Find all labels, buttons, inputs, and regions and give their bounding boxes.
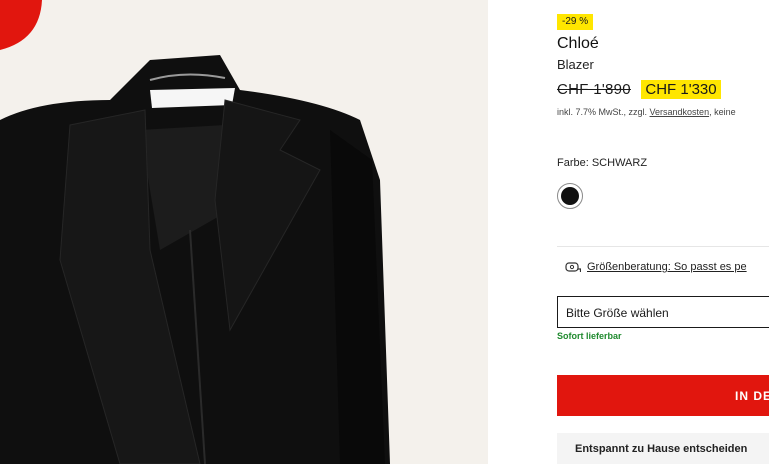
size-select[interactable]: Bitte Größe wählen bbox=[557, 296, 769, 328]
measuring-tape-icon bbox=[565, 261, 582, 273]
color-label: Farbe: SCHWARZ bbox=[557, 157, 648, 169]
home-decision-info: Entspannt zu Hause entscheiden bbox=[557, 433, 769, 464]
shipping-costs-link[interactable]: Versandkosten bbox=[650, 107, 710, 117]
color-swatch-black[interactable] bbox=[557, 183, 583, 209]
divider bbox=[557, 246, 769, 247]
discount-badge: -29 % bbox=[557, 14, 594, 30]
availability-status: Sofort lieferbar bbox=[557, 331, 622, 341]
color-swatch-dot bbox=[561, 187, 579, 205]
sale-price: CHF 1'330 bbox=[641, 80, 721, 99]
tax-note: inkl. 7.7% MwSt., zzgl. Versandkosten, k… bbox=[557, 107, 736, 117]
tax-note-suffix: , keine bbox=[709, 107, 736, 117]
sale-corner-badge bbox=[0, 0, 42, 50]
old-price: CHF 1'890 bbox=[557, 81, 631, 98]
size-advice-link[interactable]: Größenberatung: So passt es pe bbox=[587, 261, 747, 273]
tax-note-prefix: inkl. 7.7% MwSt., zzgl. bbox=[557, 107, 650, 117]
price-row: CHF 1'890 CHF 1'330 bbox=[557, 80, 721, 102]
blazer-illustration bbox=[0, 0, 390, 464]
brand-name[interactable]: Chloé bbox=[557, 35, 599, 53]
product-image[interactable] bbox=[0, 0, 488, 464]
size-advice[interactable]: Größenberatung: So passt es pe bbox=[565, 261, 747, 273]
product-type: Blazer bbox=[557, 57, 594, 72]
add-to-cart-button[interactable]: IN DE bbox=[557, 375, 769, 416]
product-info: -29 % Chloé Blazer CHF 1'890 CHF 1'330 i… bbox=[557, 0, 769, 464]
